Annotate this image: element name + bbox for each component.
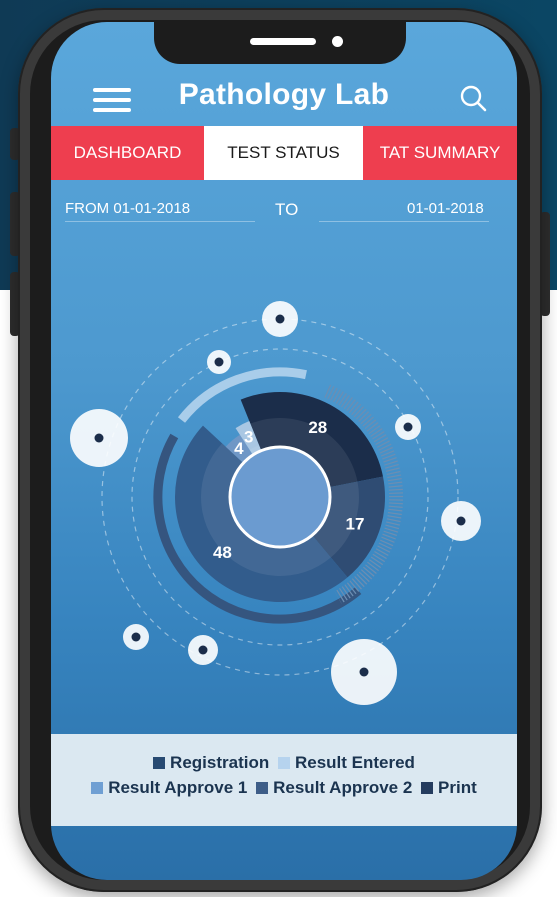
page-title: Pathology Lab (178, 78, 390, 111)
legend-item-print: Print (421, 778, 477, 798)
decorative-dot-center (214, 357, 224, 367)
legend-item-result-approve-1: Result Approve 1 (91, 778, 247, 798)
app-screen: Pathology Lab DASHBOARD TEST STATUS TAT … (51, 22, 517, 880)
speaker-grille (250, 38, 316, 45)
legend-swatch (256, 782, 269, 794)
legend-item-result-entered: Result Entered (277, 753, 415, 773)
legend-label: Result Approve 1 (108, 778, 248, 797)
to-date-field[interactable]: 01-01-2018 (407, 200, 484, 217)
from-date-field[interactable]: FROM 01-01-2018 (65, 200, 190, 217)
decorative-dot-center (275, 314, 285, 324)
legend-row-1: Registration Result Entered (51, 753, 517, 773)
legend-item-registration: Registration (153, 753, 269, 773)
tab-bar: DASHBOARD TEST STATUS TAT SUMMARY (51, 126, 517, 180)
to-date-underline (319, 221, 489, 222)
tab-test-status[interactable]: TEST STATUS (204, 126, 363, 180)
test-status-chart: 28 17 48 43 (70, 301, 481, 705)
legend-label: Result Entered (294, 753, 415, 772)
pie-slice-value-label: 4 (234, 439, 244, 458)
decorative-dot-center (456, 516, 466, 526)
search-icon[interactable] (459, 84, 489, 114)
decorative-dot-center (403, 422, 413, 432)
pie-slice-value-label: 48 (213, 543, 232, 562)
legend-label: Print (438, 778, 477, 797)
chart-center-circle (228, 445, 332, 549)
pie-slice-value-label: 17 (346, 514, 365, 533)
date-range-filter: FROM 01-01-2018 TO 01-01-2018 (51, 200, 517, 230)
legend-swatch (277, 757, 290, 769)
legend-swatch (421, 782, 434, 794)
pie-slice-value-label: 3 (244, 428, 253, 447)
legend-swatch (153, 757, 166, 769)
legend-swatch (91, 782, 104, 794)
hamburger-menu-icon[interactable] (93, 88, 131, 112)
legend-label: Registration (170, 753, 270, 772)
pie-slice-value-label: 28 (308, 418, 327, 437)
to-label: TO (275, 200, 299, 219)
legend-row-2: Result Approve 1 Result Approve 2 Print (51, 778, 517, 798)
tab-dashboard[interactable]: DASHBOARD (51, 126, 204, 180)
from-date-underline (65, 221, 255, 222)
decorative-dot-center (94, 433, 104, 443)
decorative-dot-center (359, 667, 369, 677)
legend-item-result-approve-2: Result Approve 2 (256, 778, 412, 798)
tab-tat-summary[interactable]: TAT SUMMARY (363, 126, 517, 180)
legend-label: Result Approve 2 (273, 778, 413, 797)
decorative-dot-center (198, 645, 208, 655)
chart-legend: Registration Result Entered Result Appro… (51, 734, 517, 826)
decorative-dot-center (131, 632, 141, 642)
front-camera (332, 36, 343, 47)
